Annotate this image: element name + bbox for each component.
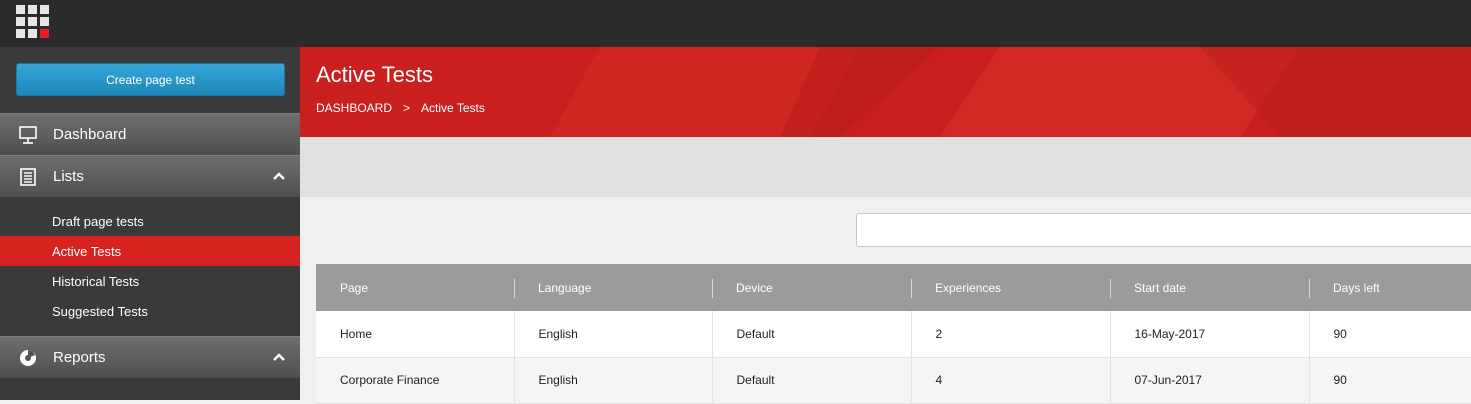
cell-start-date: 16-May-2017 xyxy=(1109,311,1309,358)
sidebar-subitem-active-tests[interactable]: Active Tests xyxy=(0,236,300,266)
column-header-page[interactable]: Page xyxy=(316,264,514,311)
breadcrumb-current: Active Tests xyxy=(421,101,485,115)
search-input[interactable] xyxy=(856,213,1471,247)
cell-language: English xyxy=(513,357,712,404)
chevron-up-icon[interactable] xyxy=(272,350,286,368)
cell-device: Default xyxy=(711,311,911,358)
table-row[interactable]: Corporate Finance English Default 4 07-J… xyxy=(316,357,1471,404)
cell-experiences: 2 xyxy=(910,311,1110,358)
cell-page: Home xyxy=(316,311,514,358)
cell-start-date: 07-Jun-2017 xyxy=(1109,357,1309,404)
sidebar-item-label: Reports xyxy=(53,349,106,366)
sidebar-subitem-suggested-tests[interactable]: Suggested Tests xyxy=(0,296,300,326)
table-header-row: Page Language Device Experiences Start d… xyxy=(316,264,1471,311)
breadcrumb-dashboard-link[interactable]: DASHBOARD xyxy=(316,101,392,115)
page-title: Active Tests xyxy=(316,62,433,87)
cell-experiences: 4 xyxy=(910,357,1110,404)
cell-language: English xyxy=(513,311,712,358)
top-bar xyxy=(0,0,1471,47)
cell-device: Default xyxy=(711,357,911,404)
sidebar-item-reports[interactable]: Reports xyxy=(0,336,300,378)
column-header-device[interactable]: Device xyxy=(712,264,911,311)
cell-page: Corporate Finance xyxy=(316,357,514,404)
sidebar: Create page test Dashboard Lists Draft p… xyxy=(0,47,300,400)
table-row[interactable]: Home English Default 2 16-May-2017 90 xyxy=(316,311,1471,358)
sidebar-item-label: Lists xyxy=(53,168,84,185)
cell-days-left: 90 xyxy=(1308,311,1471,358)
sidebar-item-label: Dashboard xyxy=(53,126,127,143)
toolbar-band xyxy=(300,137,1471,197)
chevron-up-icon[interactable] xyxy=(272,169,286,187)
sidebar-item-dashboard[interactable]: Dashboard xyxy=(0,113,300,155)
breadcrumb-separator: > xyxy=(403,101,411,115)
presentation-board-icon xyxy=(17,124,39,146)
sidebar-subitem-historical-tests[interactable]: Historical Tests xyxy=(0,266,300,296)
sidebar-subitem-draft-page-tests[interactable]: Draft page tests xyxy=(0,206,300,236)
page-header-banner: Active Tests DASHBOARD > Active Tests xyxy=(300,47,1471,137)
cell-days-left: 90 xyxy=(1308,357,1471,404)
column-header-experiences[interactable]: Experiences xyxy=(911,264,1110,311)
breadcrumb: DASHBOARD > Active Tests xyxy=(316,101,485,115)
main-content: Active Tests DASHBOARD > Active Tests Pa… xyxy=(300,47,1471,404)
column-header-start-date[interactable]: Start date xyxy=(1110,264,1309,311)
column-header-days-left[interactable]: Days left xyxy=(1309,264,1471,311)
create-page-test-button[interactable]: Create page test xyxy=(16,63,285,96)
list-icon xyxy=(17,166,39,188)
sidebar-item-lists[interactable]: Lists xyxy=(0,155,300,197)
app-grid-icon[interactable] xyxy=(16,5,49,38)
pie-chart-icon xyxy=(17,347,39,369)
column-header-language[interactable]: Language xyxy=(514,264,712,311)
active-tests-table: Page Language Device Experiences Start d… xyxy=(316,264,1471,404)
